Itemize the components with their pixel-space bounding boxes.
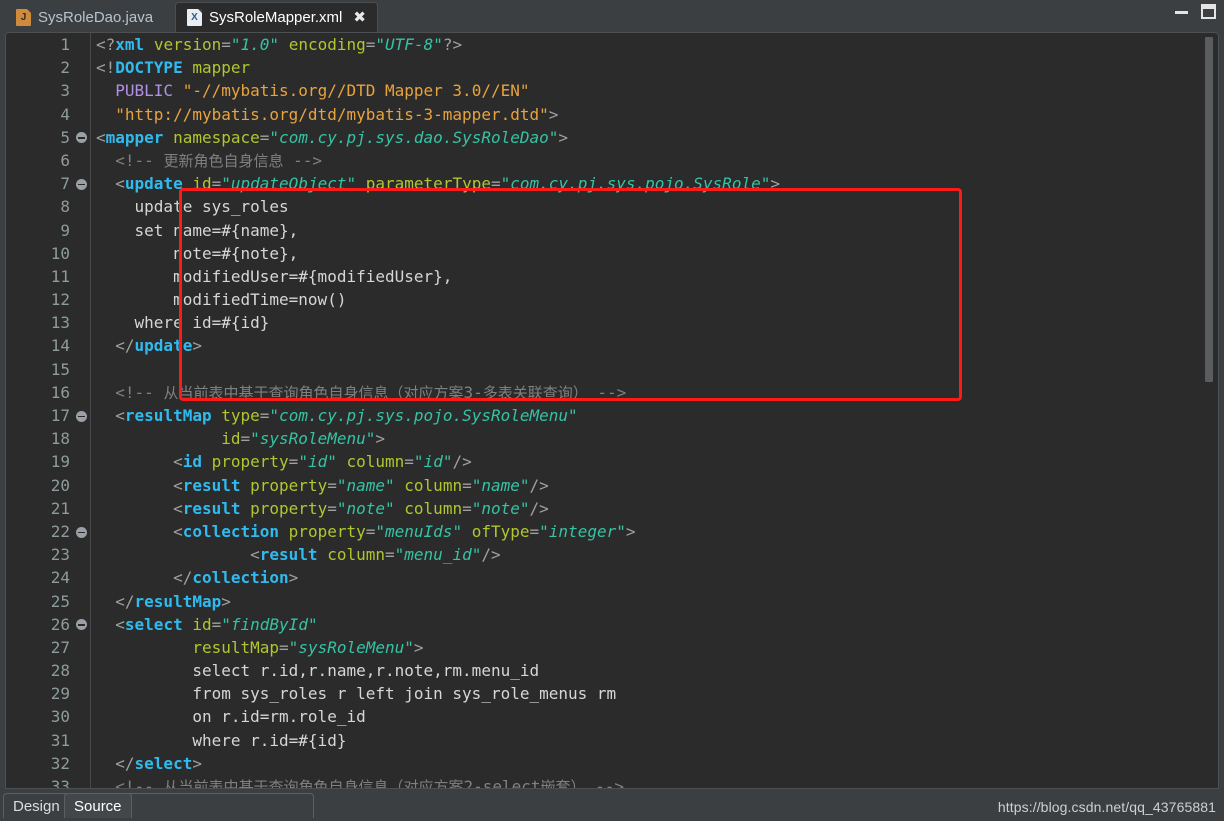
line-number: 26 bbox=[6, 613, 90, 636]
editor-tab-bar: J SysRoleDao.java X SysRoleMapper.xml ✖ bbox=[0, 0, 1224, 32]
code-line: "http://mybatis.org/dtd/mybatis-3-mapper… bbox=[115, 104, 559, 124]
code-line: set name=#{name}, bbox=[134, 220, 299, 240]
code-line: <result column="menu_id"/> bbox=[250, 545, 501, 565]
code-line: <mapper namespace="com.cy.pj.sys.dao.Sys… bbox=[96, 127, 569, 147]
line-number: 1 bbox=[60, 35, 70, 54]
code-text-area[interactable]: <?xml version="1.0" encoding="UTF-8"?> <!… bbox=[91, 33, 1218, 788]
fold-collapse-icon[interactable] bbox=[76, 178, 87, 190]
line-number: 31 bbox=[50, 730, 70, 750]
code-line: <result property="name" column="name"/> bbox=[173, 475, 549, 495]
line-number: 11 bbox=[50, 266, 70, 286]
code-line: <!DOCTYPE mapper bbox=[96, 58, 251, 78]
window-controls bbox=[1174, 4, 1216, 19]
fold-collapse-icon[interactable] bbox=[76, 410, 87, 422]
line-number-gutter: 1 2 3 4 5 6 7 8 9 10 11 12 13 14 15 16 1… bbox=[6, 33, 91, 788]
bottom-tab-filler bbox=[124, 793, 314, 818]
line-number: 29 bbox=[50, 684, 70, 704]
source-code: <?xml version="1.0" encoding="UTF-8"?> <!… bbox=[96, 33, 780, 788]
line-number: 7 bbox=[6, 172, 90, 195]
line-number: 30 bbox=[50, 707, 70, 727]
line-number: 25 bbox=[50, 591, 70, 611]
line-number: 15 bbox=[50, 359, 70, 379]
code-line: id="sysRoleMenu"> bbox=[221, 429, 386, 449]
line-number: 12 bbox=[50, 290, 70, 310]
line-number: 10 bbox=[50, 243, 70, 263]
code-line: <!-- 从当前表中基于查询角色自身信息（对应方案3-多表关联查询） --> bbox=[115, 382, 627, 402]
tab-source[interactable]: Source bbox=[64, 793, 132, 818]
line-number: 9 bbox=[60, 220, 70, 240]
line-number: 27 bbox=[50, 637, 70, 657]
code-line: <resultMap type="com.cy.pj.sys.pojo.SysR… bbox=[115, 406, 578, 425]
ide-window: J SysRoleDao.java X SysRoleMapper.xml ✖ … bbox=[0, 0, 1224, 821]
code-line: note=#{note}, bbox=[173, 243, 299, 263]
fold-collapse-icon[interactable] bbox=[76, 619, 87, 631]
fold-collapse-icon[interactable] bbox=[76, 132, 87, 144]
tab-sysroledao-java[interactable]: J SysRoleDao.java bbox=[4, 2, 166, 32]
code-line: where id=#{id} bbox=[134, 313, 270, 333]
maximize-icon[interactable] bbox=[1201, 4, 1216, 19]
line-number: 2 bbox=[60, 58, 70, 78]
code-line: <update id="updateObject" parameterType=… bbox=[115, 174, 780, 194]
tab-sysrolemapper-xml[interactable]: X SysRoleMapper.xml ✖ bbox=[175, 2, 378, 32]
line-number: 20 bbox=[50, 475, 70, 495]
line-number: 28 bbox=[50, 661, 70, 681]
code-line: modifiedUser=#{modifiedUser}, bbox=[173, 266, 453, 286]
line-number: 19 bbox=[50, 452, 70, 472]
line-number: 33 bbox=[50, 777, 70, 789]
code-line: PUBLIC "-//mybatis.org//DTD Mapper 3.0//… bbox=[115, 81, 530, 101]
code-line: update sys_roles bbox=[134, 197, 289, 217]
line-number: 3 bbox=[60, 81, 70, 101]
close-icon[interactable]: ✖ bbox=[353, 9, 366, 25]
line-number: 24 bbox=[50, 568, 70, 588]
tab-label: SysRoleMapper.xml bbox=[209, 8, 343, 26]
code-line: </select> bbox=[115, 753, 202, 773]
code-line: select r.id,r.name,r.note,rm.menu_id bbox=[192, 661, 540, 681]
vertical-scrollbar[interactable] bbox=[1203, 35, 1215, 787]
watermark-url: https://blog.csdn.net/qq_43765881 bbox=[997, 799, 1216, 815]
code-line: <collection property="menuIds" ofType="i… bbox=[173, 521, 636, 541]
line-number: 16 bbox=[50, 382, 70, 402]
line-number: 21 bbox=[50, 498, 70, 518]
tab-design[interactable]: Design bbox=[3, 793, 70, 818]
code-line: from sys_roles r left join sys_role_menu… bbox=[192, 684, 617, 704]
code-line: where r.id=#{id} bbox=[192, 730, 347, 750]
tab-label: SysRoleDao.java bbox=[38, 8, 154, 26]
line-number: 14 bbox=[50, 336, 70, 356]
line-number: 4 bbox=[60, 104, 70, 124]
line-number: 23 bbox=[50, 545, 70, 565]
code-line: on r.id=rm.role_id bbox=[192, 707, 366, 727]
code-line: <!-- 更新角色自身信息 --> bbox=[115, 150, 322, 170]
code-line: <result property="note" column="note"/> bbox=[173, 498, 549, 518]
minimize-icon[interactable] bbox=[1174, 4, 1189, 19]
java-file-icon: J bbox=[16, 8, 31, 26]
xml-file-icon: X bbox=[187, 8, 202, 26]
line-number: 17 bbox=[6, 404, 90, 427]
line-number: 6 bbox=[60, 150, 70, 170]
line-number: 22 bbox=[6, 520, 90, 543]
code-line: </update> bbox=[115, 336, 202, 356]
editor-bottom-bar: Design Source https://blog.csdn.net/qq_4… bbox=[0, 789, 1224, 821]
code-line: <!-- 从当前表中基于查询角色自身信息（对应方案2-select嵌套） --> bbox=[115, 777, 625, 788]
scrollbar-thumb[interactable] bbox=[1205, 37, 1213, 382]
line-number: 18 bbox=[50, 429, 70, 449]
line-number: 5 bbox=[6, 126, 90, 149]
line-number: 32 bbox=[50, 753, 70, 773]
code-line: <select id="findById" bbox=[115, 614, 318, 634]
fold-collapse-icon[interactable] bbox=[76, 526, 87, 538]
code-editor[interactable]: 1 2 3 4 5 6 7 8 9 10 11 12 13 14 15 16 1… bbox=[5, 32, 1219, 789]
code-line: </resultMap> bbox=[115, 591, 231, 611]
line-number: 13 bbox=[50, 313, 70, 333]
code-line: <?xml version="1.0" encoding="UTF-8"?> bbox=[96, 35, 463, 54]
line-number: 8 bbox=[60, 197, 70, 217]
code-line: resultMap="sysRoleMenu"> bbox=[192, 637, 424, 657]
code-line: </collection> bbox=[173, 568, 299, 588]
code-line: <id property="id" column="id"/> bbox=[173, 452, 472, 472]
code-line: modifiedTime=now() bbox=[173, 290, 347, 310]
